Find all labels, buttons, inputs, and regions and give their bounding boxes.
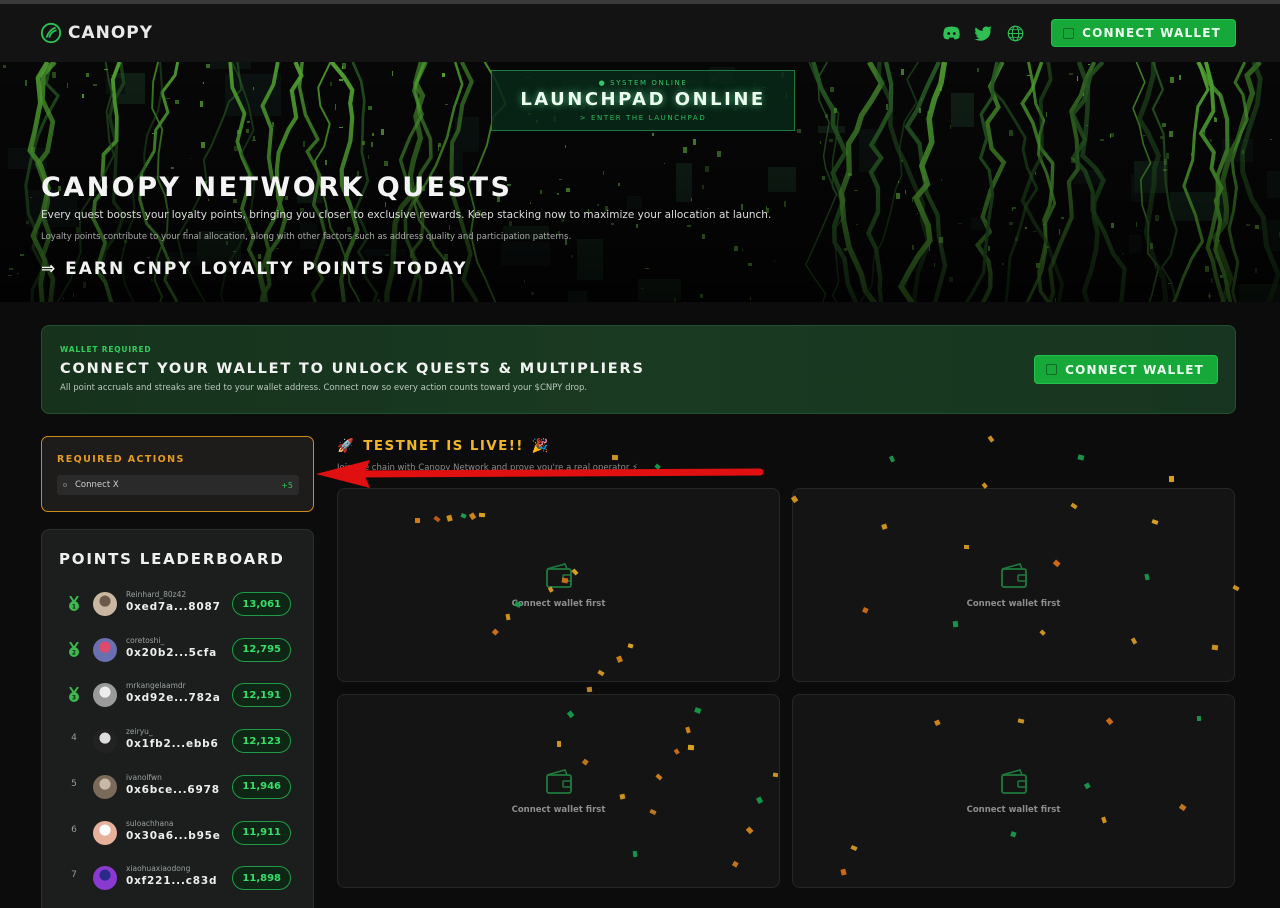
- connect-wallet-button[interactable]: CONNECT WALLET: [1051, 19, 1236, 47]
- wallet-required-banner: WALLET REQUIRED CONNECT YOUR WALLET TO U…: [41, 325, 1236, 414]
- wallet-icon: [545, 769, 572, 794]
- required-actions-card: REQUIRED ACTIONS Connect X +5: [41, 436, 314, 512]
- brand-name: CANOPY: [68, 23, 154, 43]
- avatar: [93, 866, 117, 891]
- leaderboard-row[interactable]: 7 xiaohuaxiaodong 0xf221...c83d 11,898: [42, 861, 315, 895]
- leaderboard-username: xiaohuaxiaodong: [126, 864, 191, 874]
- hero-section: ● SYSTEM ONLINE LAUNCHPAD ONLINE > ENTER…: [0, 62, 1280, 302]
- wallet-icon: [545, 563, 572, 588]
- red-arrow-annotation: [316, 460, 764, 488]
- banner-title: CONNECT YOUR WALLET TO UNLOCK QUESTS & M…: [60, 361, 645, 377]
- quest-card[interactable]: Connect wallet first: [337, 488, 780, 682]
- testnet-title: TESTNET IS LIVE!!: [363, 438, 524, 454]
- leaderboard-score: 11,898: [232, 866, 291, 891]
- leaderboard-address: 0x1fb2...ebb6: [126, 738, 219, 751]
- leaderboard-rank: 5: [71, 778, 77, 789]
- discord-icon[interactable]: [941, 23, 961, 43]
- leaderboard-row[interactable]: 4 zeiryu_ 0x1fb2...ebb6 12,123: [42, 724, 315, 758]
- required-action-label: Connect X: [75, 480, 119, 490]
- leaderboard-address: 0xd92e...782a: [126, 692, 221, 705]
- testnet-heading: 🚀 TESTNET IS LIVE!! 🎉: [337, 438, 550, 454]
- leaderboard-username: ivanolfwn: [126, 772, 162, 782]
- leaderboard-row[interactable]: 2 coretoshi_ 0x20b2...5cfa 12,795: [42, 633, 315, 667]
- avatar: [93, 820, 117, 845]
- banner-subtitle: All point accruals and streaks are tied …: [60, 383, 588, 393]
- quest-card[interactable]: Connect wallet first: [792, 694, 1235, 888]
- globe-icon[interactable]: [1005, 23, 1025, 43]
- launchpad-banner[interactable]: ● SYSTEM ONLINE LAUNCHPAD ONLINE > ENTER…: [491, 70, 795, 131]
- banner-connect-label: CONNECT WALLET: [1065, 362, 1204, 377]
- hero-cta: ⇒ EARN CNPY LOYALTY POINTS TODAY: [41, 259, 468, 279]
- quest-locked-text: Connect wallet first: [966, 599, 1061, 609]
- required-action-item[interactable]: Connect X +5: [57, 475, 299, 495]
- wallet-icon: [1000, 769, 1027, 794]
- avatar: [93, 683, 117, 708]
- leaderboard-username: coretoshi_: [126, 635, 165, 645]
- page-title: CANOPY NETWORK QUESTS: [41, 172, 513, 203]
- wallet-icon: [1046, 364, 1058, 375]
- leaderboard-score: 11,911: [232, 820, 291, 845]
- leaderboard-address: 0xed7a...8087: [126, 601, 221, 613]
- twitter-icon[interactable]: [973, 23, 993, 43]
- brand-logo[interactable]: CANOPY: [40, 22, 153, 44]
- leaderboard-row[interactable]: 5 ivanolfwn 0x6bce...6978 11,946: [42, 770, 315, 804]
- leaderboard-row[interactable]: 6 suloachhana 0x30a6...b95e 11,911: [42, 816, 315, 850]
- leaderboard-score: 12,795: [232, 637, 291, 662]
- leaderboard-address: 0x6bce...6978: [126, 783, 220, 796]
- avatar: [93, 637, 117, 662]
- medal-rank: 2: [72, 649, 76, 656]
- medal-rank: 3: [72, 695, 76, 702]
- rocket-icon: 🚀: [337, 438, 356, 454]
- banner-connect-wallet-button[interactable]: CONNECT WALLET: [1034, 355, 1218, 384]
- leaderboard-title: POINTS LEADERBOARD: [59, 550, 285, 568]
- leaderboard-address: 0xf221...c83d: [126, 875, 218, 888]
- medal-rank: 1: [72, 604, 76, 611]
- medal-icon: 1: [69, 596, 79, 611]
- leaderboard-rank: 6: [71, 824, 77, 835]
- hero-description: Every quest boosts your loyalty points, …: [41, 209, 772, 221]
- quest-locked-text: Connect wallet first: [966, 805, 1061, 815]
- avatar: [93, 729, 117, 754]
- medal-icon: 3: [69, 687, 79, 703]
- launchpad-title: LAUNCHPAD ONLINE: [520, 89, 766, 110]
- quest-card[interactable]: Connect wallet first: [337, 694, 780, 888]
- launchpad-status: ● SYSTEM ONLINE: [598, 79, 688, 87]
- hero-note: Loyalty points contribute to your final …: [41, 232, 572, 242]
- required-action-points: +5: [281, 480, 293, 490]
- wallet-icon: [1063, 27, 1075, 39]
- avatar: [93, 592, 117, 616]
- canopy-logo-icon: [40, 22, 62, 44]
- leaderboard-score: 12,191: [232, 683, 291, 708]
- required-actions-title: REQUIRED ACTIONS: [57, 454, 185, 465]
- leaderboard-score: 12,123: [232, 729, 291, 754]
- quest-card[interactable]: Connect wallet first: [792, 488, 1235, 682]
- leaderboard-score: 11,946: [232, 774, 291, 799]
- launchpad-enter-link[interactable]: > ENTER THE LAUNCHPAD: [492, 114, 794, 122]
- leaderboard-row[interactable]: 3 mrkangelaamdr 0xd92e...782a 12,191: [42, 678, 315, 712]
- avatar: [93, 774, 117, 799]
- leaderboard-username: zeiryu_: [126, 727, 153, 737]
- wallet-icon: [1000, 563, 1027, 588]
- leaderboard-address: 0x20b2...5cfa: [126, 646, 218, 659]
- quest-locked-text: Connect wallet first: [511, 599, 606, 609]
- status-dot-icon: [63, 483, 67, 487]
- leaderboard-score: 13,061: [232, 592, 291, 616]
- leaderboard-username: Reinhard_80z42: [126, 590, 187, 599]
- banner-tag: WALLET REQUIRED: [60, 345, 152, 354]
- points-leaderboard: POINTS LEADERBOARD 1 Reinhard_80z42 0xed7a…: [41, 529, 314, 908]
- party-icon: 🎉: [531, 438, 551, 454]
- leaderboard-rank: 4: [71, 733, 77, 744]
- top-nav: CANOPY CONNECT WALLET: [0, 4, 1280, 62]
- leaderboard-row[interactable]: 1 Reinhard_80z42 0xed7a...8087 13,061: [42, 587, 315, 621]
- leaderboard-username: mrkangelaamdr: [126, 681, 186, 691]
- leaderboard-username: suloachhana: [126, 818, 174, 828]
- medal-icon: 2: [69, 641, 79, 657]
- quest-locked-text: Connect wallet first: [511, 805, 606, 815]
- leaderboard-address: 0x30a6...b95e: [126, 829, 221, 842]
- leaderboard-rank: 7: [71, 870, 77, 881]
- connect-wallet-label: CONNECT WALLET: [1082, 26, 1221, 40]
